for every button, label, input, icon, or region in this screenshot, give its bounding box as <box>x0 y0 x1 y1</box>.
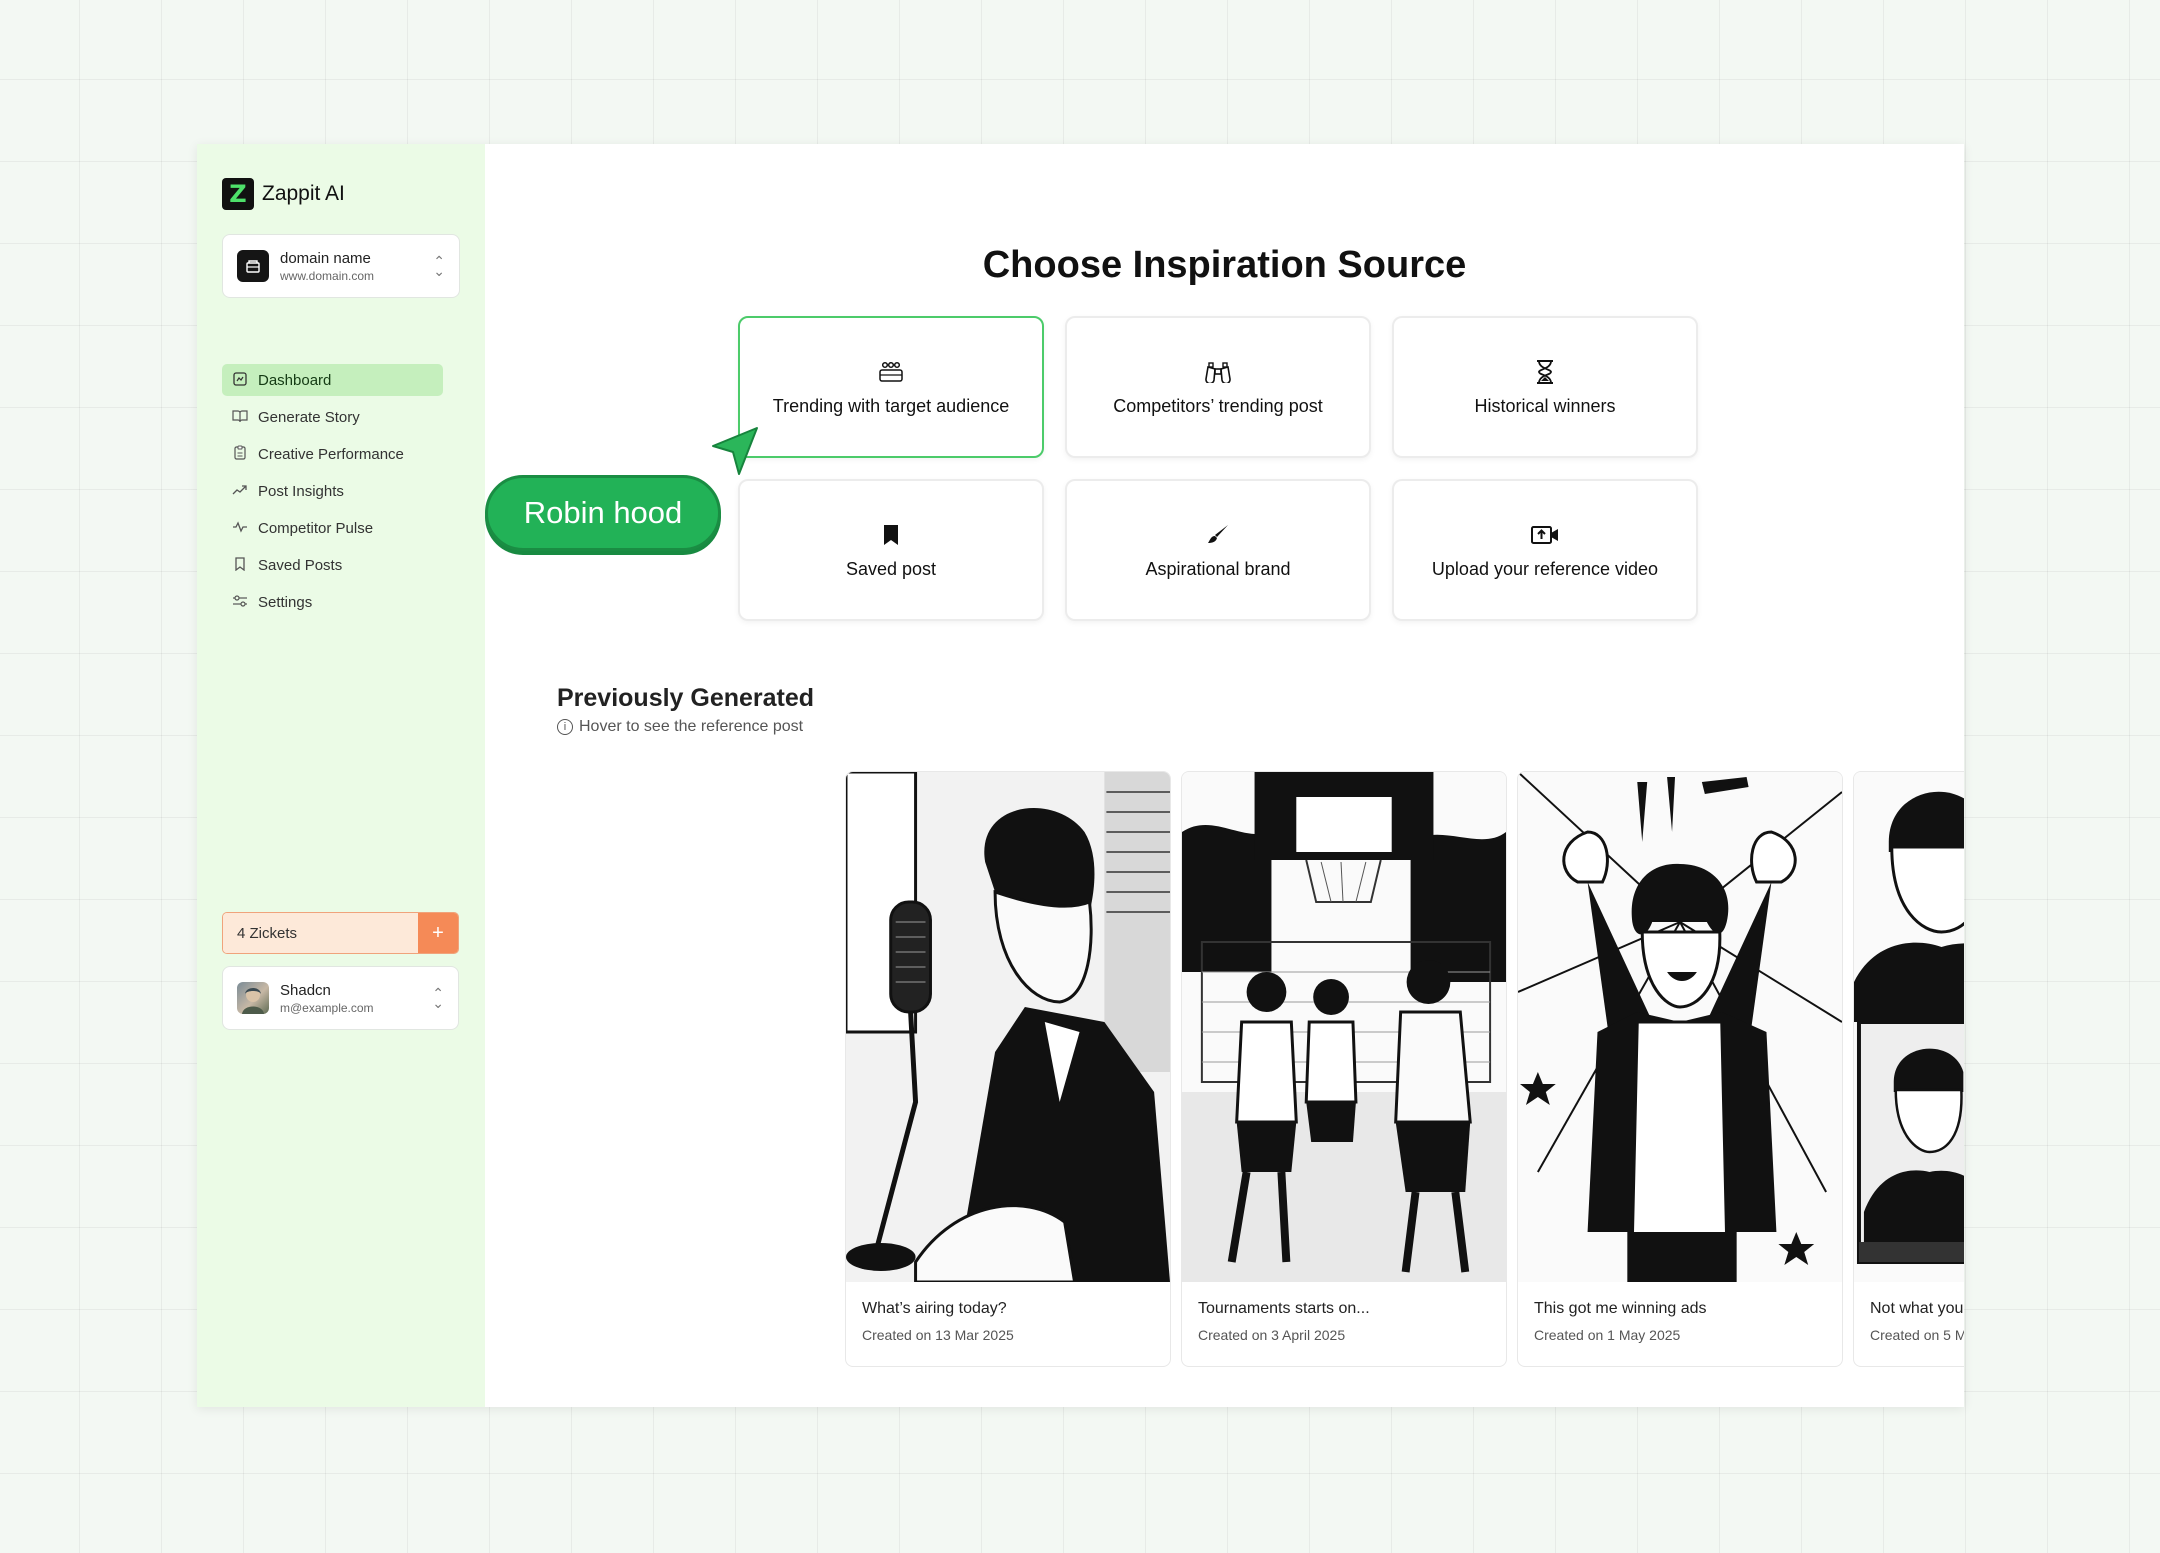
post-card[interactable]: Tournaments starts on... Created on 3 Ap… <box>1181 771 1507 1367</box>
post-card[interactable]: Not what you expected Created on 5 May 2… <box>1853 771 1964 1367</box>
source-card-competitors-trending[interactable]: Competitors’ trending post <box>1065 316 1371 458</box>
collaborator-tooltip: Robin hood <box>485 475 721 551</box>
sidebar-item-label: Settings <box>258 593 313 611</box>
source-card-label: Saved post <box>845 558 937 579</box>
source-card-label: Historical winners <box>1474 395 1616 416</box>
audience-icon <box>878 358 904 386</box>
source-card-upload-video[interactable]: Upload your reference video <box>1392 479 1698 621</box>
cursor-arrow-icon <box>711 426 759 478</box>
binoculars-icon <box>1204 358 1232 386</box>
post-title: What’s airing today? <box>862 1300 1007 1317</box>
brush-icon <box>1206 521 1230 549</box>
bookmark-icon <box>883 521 899 549</box>
post-date: Created on 5 May 2025 <box>1870 1327 1964 1343</box>
sidebar-item-label: Competitor Pulse <box>258 519 374 537</box>
source-card-label: Upload your reference video <box>1431 558 1659 579</box>
post-date: Created on 13 Mar 2025 <box>862 1327 1014 1343</box>
pulse-icon <box>232 520 248 536</box>
sidebar-item-competitor-pulse[interactable]: Competitor Pulse <box>222 512 443 544</box>
user-menu[interactable]: Shadcn m@example.com ⌃ ⌄ <box>222 966 459 1030</box>
user-name: Shadcn <box>280 981 331 999</box>
main-content: Choose Inspiration Source Trending with … <box>485 144 1964 1407</box>
bookmark-icon <box>232 556 248 574</box>
add-zickets-button[interactable]: + <box>418 913 458 953</box>
sidebar-item-label: Saved Posts <box>258 556 343 574</box>
sidebar-item-settings[interactable]: Settings <box>222 586 443 618</box>
sidebar-item-saved-posts[interactable]: Saved Posts <box>222 549 443 581</box>
source-card-label: Competitors’ trending post <box>1113 395 1323 416</box>
sidebar-item-label: Creative Performance <box>258 445 404 463</box>
brand[interactable]: Z Zappit AI <box>222 174 460 214</box>
sidebar-item-dashboard[interactable]: Dashboard <box>222 364 443 396</box>
sidebar-nav: Dashboard Generate Story Creative Perfor… <box>222 364 460 618</box>
post-date: Created on 1 May 2025 <box>1534 1327 1681 1343</box>
sidebar-item-label: Dashboard <box>258 371 332 389</box>
chevron-updown-icon: ⌃ ⌄ <box>433 253 445 279</box>
post-card[interactable]: What’s airing today? Created on 13 Mar 2… <box>845 771 1171 1367</box>
post-thumbnail-podcaster <box>846 772 1170 1282</box>
domain-name: domain name <box>280 249 371 267</box>
post-thumbnail-celebration <box>1518 772 1842 1282</box>
post-thumbnail-portraits <box>1854 772 1964 1282</box>
store-icon <box>237 250 269 282</box>
sidebar-item-generate-story[interactable]: Generate Story <box>222 401 443 433</box>
source-card-trending-audience[interactable]: Trending with target audience <box>738 316 1044 458</box>
chevron-updown-icon: ⌃ ⌄ <box>432 985 444 1011</box>
user-email: m@example.com <box>280 1000 374 1015</box>
source-card-label: Trending with target audience <box>772 395 1010 416</box>
post-thumbnail-basketball <box>1182 772 1506 1282</box>
previously-generated-title: Previously Generated <box>557 684 815 712</box>
source-card-aspirational-brand[interactable]: Aspirational brand <box>1065 479 1371 621</box>
trend-icon <box>232 483 248 499</box>
post-title: Not what you expected <box>1870 1300 1964 1317</box>
sidebar-item-post-insights[interactable]: Post Insights <box>222 475 443 507</box>
source-card-historical-winners[interactable]: Historical winners <box>1392 316 1698 458</box>
dashboard-icon <box>232 371 248 389</box>
domain-url: www.domain.com <box>280 268 375 283</box>
post-title: This got me winning ads <box>1534 1300 1707 1317</box>
source-card-label: Aspirational brand <box>1145 558 1291 579</box>
post-card[interactable]: This got me winning ads Created on 1 May… <box>1517 771 1843 1367</box>
brand-logo: Z <box>222 178 254 210</box>
info-icon: i <box>557 719 573 735</box>
avatar <box>237 982 269 1014</box>
brand-name: Zappit AI <box>262 182 345 205</box>
zickets-balance: 4 Zickets + <box>222 912 459 954</box>
post-date: Created on 3 April 2025 <box>1198 1327 1346 1343</box>
domain-switcher[interactable]: domain name www.domain.com ⌃ ⌄ <box>222 234 460 298</box>
settings-icon <box>232 594 248 611</box>
page-title: Choose Inspiration Source <box>982 244 1467 286</box>
sidebar-item-label: Generate Story <box>258 408 360 426</box>
video-upload-icon <box>1531 521 1559 549</box>
previously-generated-hint: i Hover to see the reference post <box>557 718 803 736</box>
sidebar-item-label: Post Insights <box>258 482 344 500</box>
zickets-label: 4 Zickets <box>223 913 418 953</box>
app-window: Z Zappit AI domain name www.domain.com ⌃… <box>197 144 1964 1407</box>
hint-text: Hover to see the reference post <box>579 718 804 735</box>
book-icon <box>232 409 248 426</box>
source-card-saved-post[interactable]: Saved post <box>738 479 1044 621</box>
clipboard-icon <box>232 445 248 463</box>
hourglass-icon <box>1535 358 1555 386</box>
sidebar: Z Zappit AI domain name www.domain.com ⌃… <box>197 144 485 1407</box>
post-title: Tournaments starts on... <box>1198 1300 1370 1317</box>
sidebar-item-creative-performance[interactable]: Creative Performance <box>222 438 443 470</box>
